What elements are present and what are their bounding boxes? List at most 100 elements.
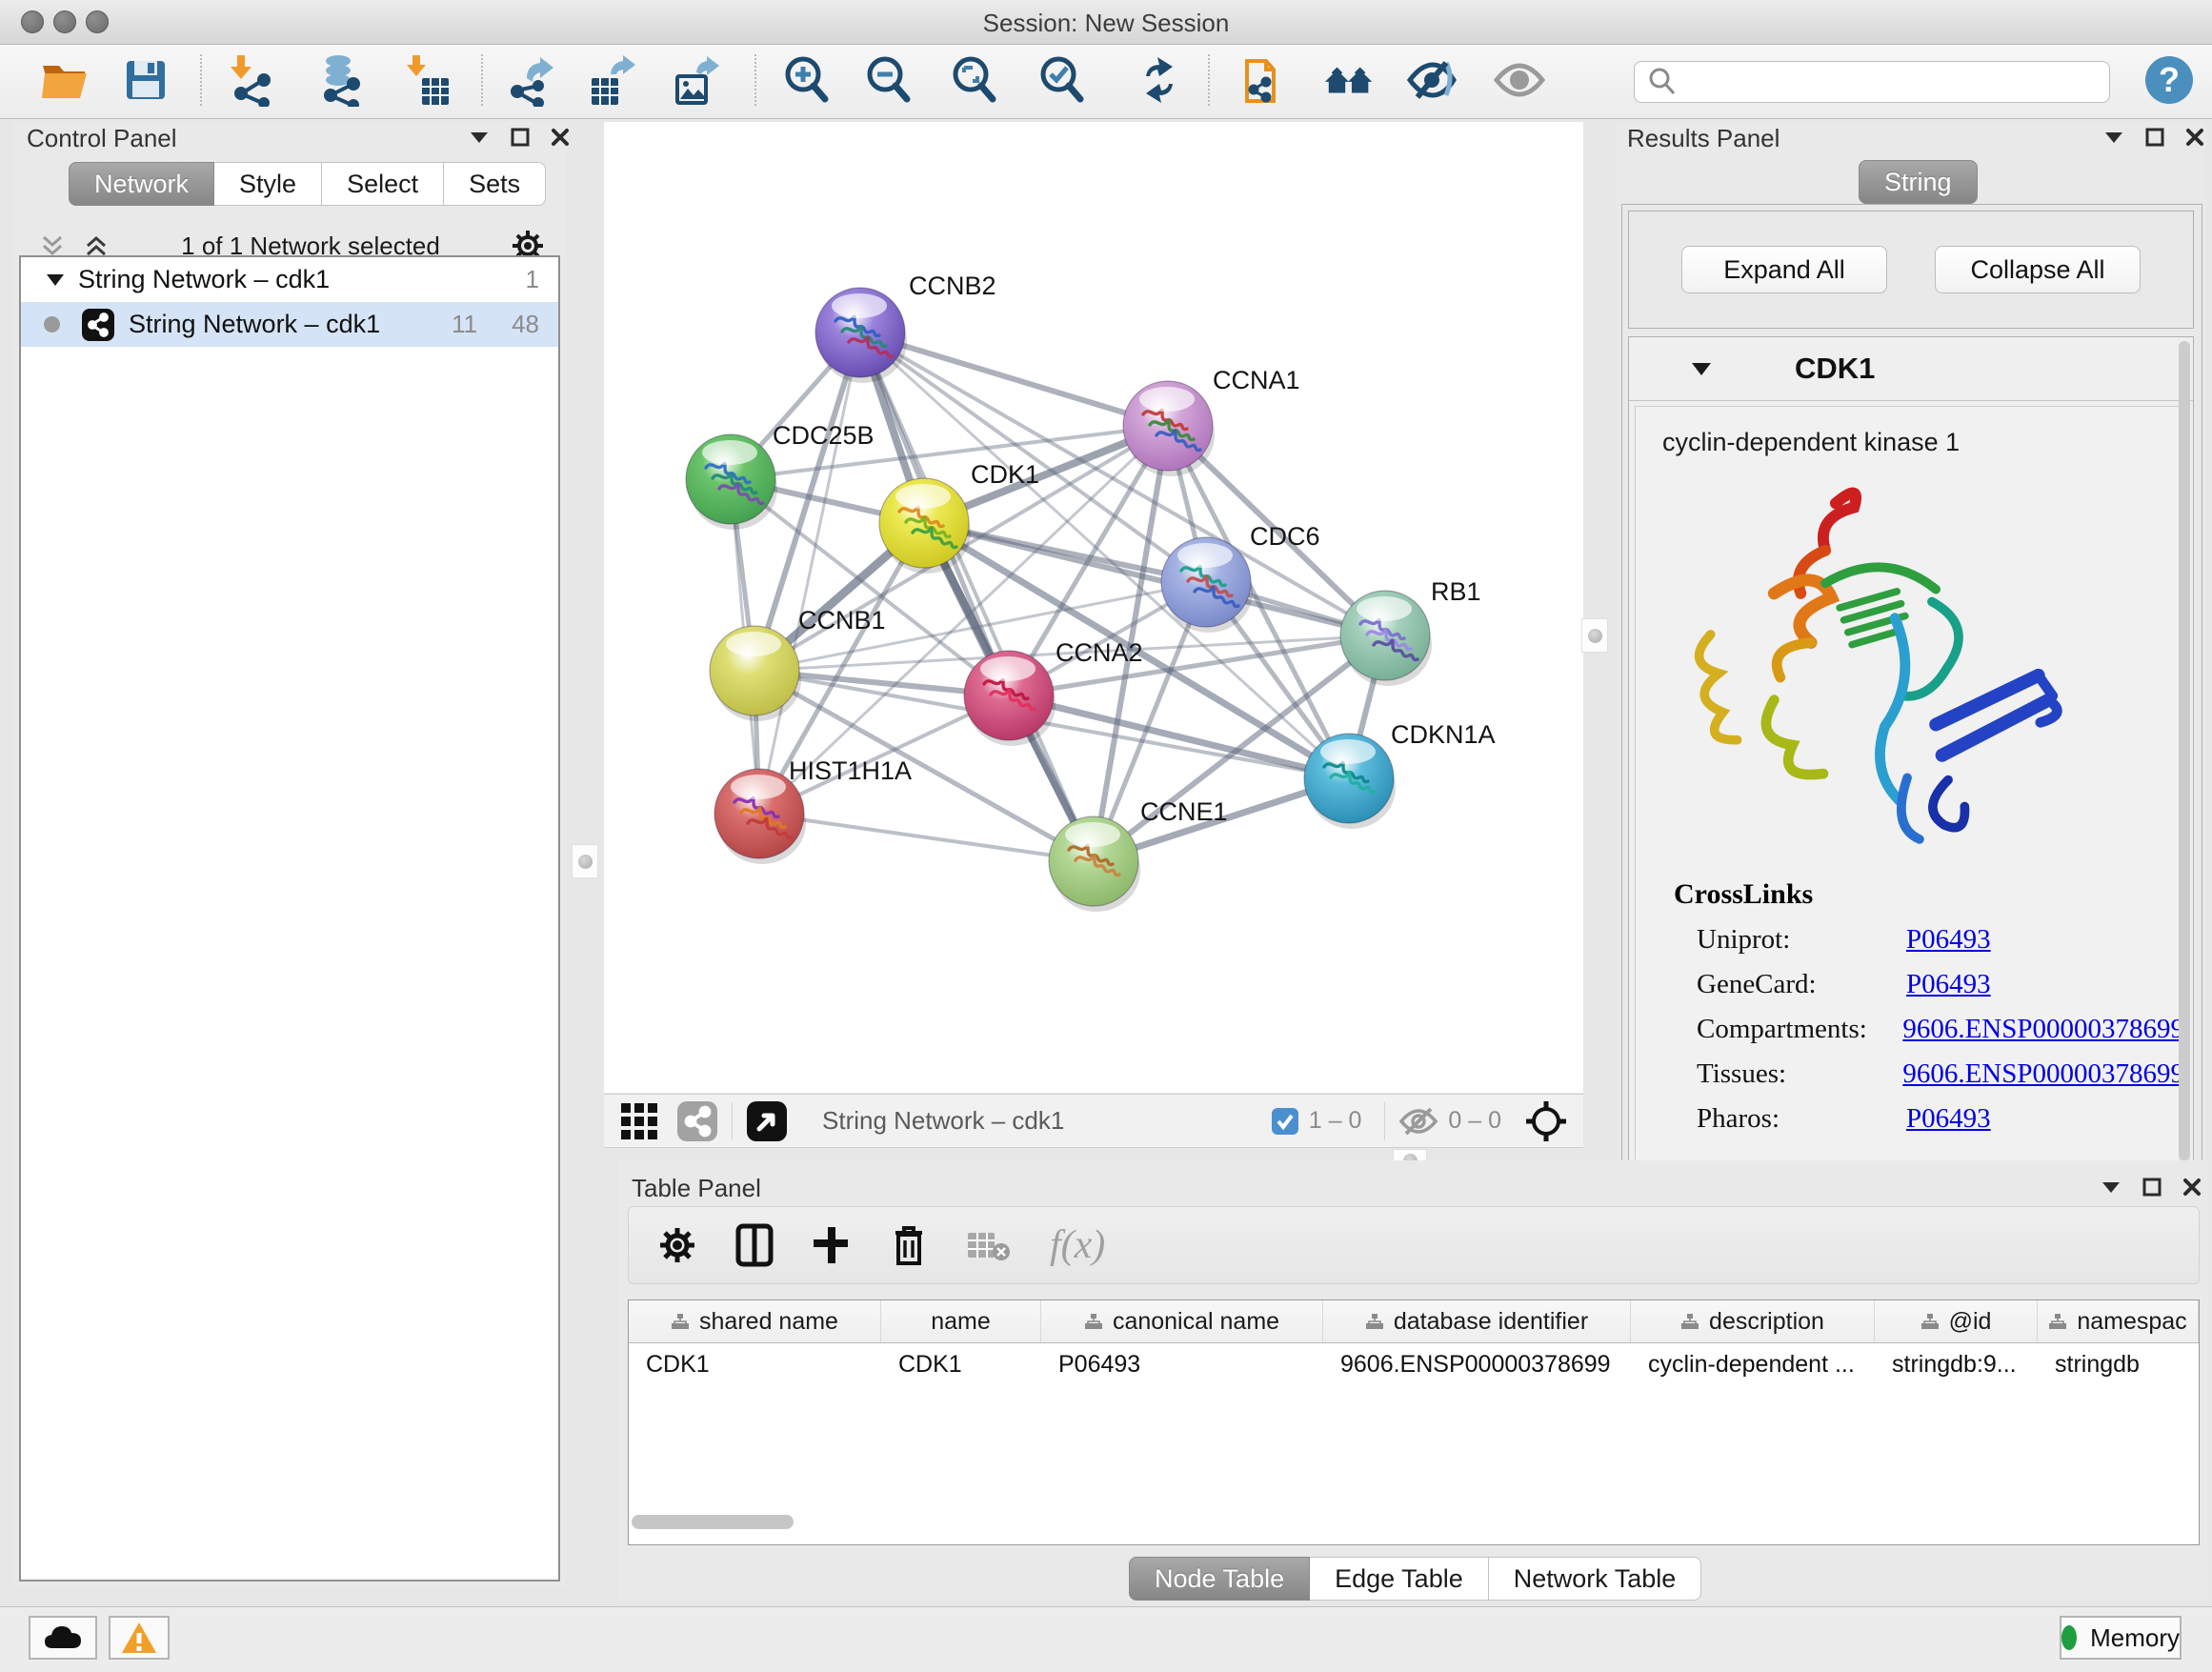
export-image-button[interactable] <box>669 52 724 108</box>
crosslink-row: Uniprot:P06493 <box>1697 924 2184 956</box>
string-view-icon[interactable] <box>676 1100 718 1142</box>
column-header-database-identifier[interactable]: database identifier <box>1323 1300 1631 1342</box>
results-panel-maximize-icon[interactable] <box>2145 128 2164 147</box>
delete-table-icon <box>966 1227 1012 1263</box>
control-panel-maximize-icon[interactable] <box>511 128 530 147</box>
string-home-icon[interactable] <box>1322 52 1377 108</box>
tab-network[interactable]: Network <box>69 162 214 206</box>
results-scrollbar[interactable] <box>2179 341 2190 1204</box>
current-network-dot-icon <box>44 316 60 332</box>
grid-view-icon[interactable] <box>619 1101 659 1141</box>
hidden-eye-icon[interactable] <box>1398 1105 1438 1138</box>
tab-string[interactable]: String <box>1859 160 1978 204</box>
crosslinks-list: Uniprot:P06493GeneCard:P06493Compartment… <box>1636 924 2184 1135</box>
crosslink-value-link[interactable]: P06493 <box>1906 924 1991 956</box>
table-panel-float-icon[interactable] <box>2101 1179 2122 1195</box>
cloud-icon <box>42 1623 84 1652</box>
column-header-@id[interactable]: @id <box>1875 1300 2038 1342</box>
network-node-CCNA1[interactable]: CCNA1 <box>1123 366 1300 476</box>
tab-style[interactable]: Style <box>214 162 322 206</box>
network-node-CDC25B[interactable]: CDC25B <box>686 421 875 530</box>
open-string-file-button[interactable] <box>1238 52 1294 108</box>
show-columns-icon[interactable] <box>735 1223 774 1267</box>
left-splitter-handle[interactable] <box>572 844 598 878</box>
tab-node-table[interactable]: Node Table <box>1129 1557 1310 1601</box>
network-node-HIST1H1A[interactable]: HIST1H1A <box>714 756 912 864</box>
fit-selected-crosshair-icon[interactable] <box>1524 1099 1568 1143</box>
export-table-button[interactable] <box>585 52 640 108</box>
search-input[interactable] <box>1634 61 2110 103</box>
zoom-in-button[interactable] <box>779 52 835 108</box>
cloud-status-button[interactable] <box>29 1616 97 1660</box>
open-session-button[interactable] <box>36 52 91 108</box>
network-edge-CCNB2-HIST1H1A[interactable] <box>759 332 860 814</box>
save-session-button[interactable] <box>118 52 173 108</box>
column-network-icon <box>671 1313 690 1330</box>
network-collection-row[interactable]: String Network – cdk1 1 <box>21 257 558 302</box>
import-table-from-file-button[interactable] <box>396 52 452 108</box>
gene-expander-icon[interactable] <box>1690 360 1713 377</box>
expand-all-button[interactable]: Expand All <box>1681 246 1887 293</box>
zoom-selected-button[interactable] <box>1035 52 1090 108</box>
right-splitter-handle[interactable] <box>1581 618 1608 653</box>
warning-status-button[interactable] <box>109 1616 170 1660</box>
search-icon <box>1646 66 1679 98</box>
crosslink-value-link[interactable]: 9606.ENSP00000378699 <box>1902 1058 2184 1090</box>
node-label-CCNE1: CCNE1 <box>1140 797 1228 826</box>
network-node-CCNE1[interactable]: CCNE1 <box>1049 797 1228 912</box>
zoom-out-button[interactable] <box>861 52 916 108</box>
column-network-icon <box>1920 1313 1940 1330</box>
selected-checkbox-icon[interactable] <box>1271 1107 1299 1136</box>
memory-button[interactable]: Memory <box>2060 1616 2182 1660</box>
results-panel-float-icon[interactable] <box>2103 130 2124 145</box>
results-panel-close-icon[interactable] <box>2185 128 2204 147</box>
delete-column-icon[interactable] <box>890 1223 928 1267</box>
column-header-description[interactable]: description <box>1631 1300 1875 1342</box>
hide-results-panel-icon[interactable] <box>1404 52 1459 108</box>
crosslink-label: Tissues: <box>1697 1058 1902 1090</box>
table-options-gear-icon[interactable] <box>657 1225 697 1265</box>
collapse-all-button[interactable]: Collapse All <box>1935 246 2141 293</box>
add-column-icon[interactable] <box>812 1225 852 1265</box>
birds-eye-view-icon[interactable] <box>746 1100 788 1142</box>
network-node-CDKN1A[interactable]: CDKN1A <box>1304 720 1496 829</box>
control-panel-float-icon[interactable] <box>469 130 490 145</box>
show-eye-icon[interactable] <box>1492 52 1547 108</box>
crosslink-value-link[interactable]: P06493 <box>1906 1103 1991 1135</box>
column-header-shared-name[interactable]: shared name <box>629 1300 881 1342</box>
table-cell: 9606.ENSP00000378699 <box>1323 1343 1631 1385</box>
network-node-RB1[interactable]: RB1 <box>1340 577 1481 686</box>
refresh-network-button[interactable] <box>1132 52 1187 108</box>
import-network-from-file-button[interactable] <box>223 52 278 108</box>
toolbar-separator <box>481 54 483 106</box>
help-button[interactable]: ? <box>2142 52 2197 108</box>
export-network-button[interactable] <box>503 52 558 108</box>
column-header-namespac[interactable]: namespac <box>2038 1300 2199 1342</box>
network-edge-HIST1H1A-CCNE1[interactable] <box>759 814 1094 861</box>
results-gene-section: CDK1 cyclin-dependent kinase 1 <box>1628 336 2194 1213</box>
crosslink-value-link[interactable]: P06493 <box>1906 969 1991 1000</box>
table-cell: CDK1 <box>881 1343 1041 1385</box>
column-header-name[interactable]: name <box>881 1300 1041 1342</box>
zoom-fit-content-button[interactable] <box>947 52 1002 108</box>
column-header-canonical-name[interactable]: canonical name <box>1041 1300 1323 1342</box>
tab-network-table[interactable]: Network Table <box>1489 1557 1702 1601</box>
table-panel-maximize-icon[interactable] <box>2142 1178 2162 1197</box>
string-app-icon <box>81 308 115 342</box>
tab-select[interactable]: Select <box>322 162 444 206</box>
network-canvas[interactable]: CCNB2CCNA1CDC25BCDK1CDC6RB1CCNB1CCNA2CDK… <box>604 122 1583 1093</box>
table-panel-close-icon[interactable] <box>2182 1178 2202 1197</box>
import-network-from-database-button[interactable] <box>312 52 368 108</box>
tab-sets[interactable]: Sets <box>444 162 546 206</box>
selected-counts: 1 – 0 <box>1309 1107 1362 1135</box>
control-panel-close-icon[interactable] <box>551 128 570 147</box>
table-horizontal-scrollbar[interactable] <box>632 1515 794 1529</box>
table-row[interactable]: CDK1CDK1P064939606.ENSP00000378699cyclin… <box>629 1343 2199 1385</box>
collection-expander-icon[interactable] <box>46 272 65 288</box>
window-title: Session: New Session <box>0 9 2212 38</box>
gene-description: cyclin-dependent kinase 1 <box>1662 428 2184 457</box>
tab-edge-table[interactable]: Edge Table <box>1310 1557 1489 1601</box>
crosslink-value-link[interactable]: 9606.ENSP00000378699 <box>1902 1014 2184 1045</box>
network-row[interactable]: String Network – cdk1 11 48 <box>21 302 558 347</box>
node-table[interactable]: shared namenamecanonical namedatabase id… <box>628 1299 2200 1545</box>
